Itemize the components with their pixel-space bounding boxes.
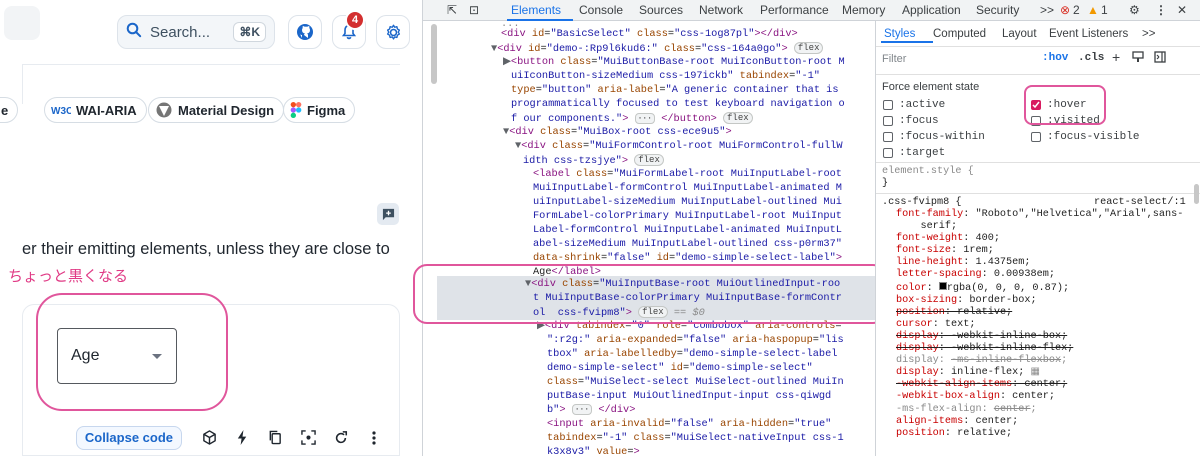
content-border: [22, 64, 23, 104]
copy-icon[interactable]: [266, 429, 284, 447]
tag-label: WAI-ARIA: [76, 102, 137, 118]
annotation-note: ちょっと黒くなる: [8, 268, 129, 285]
css-declarations: font-family: "Roboto","Helvetica","Arial…: [896, 209, 1184, 439]
demo-toolbar: Collapse code: [22, 420, 400, 456]
tag-label: Figma: [307, 102, 346, 118]
checkbox[interactable]: [883, 116, 893, 126]
focus-icon[interactable]: [299, 429, 317, 447]
styles-pane: Styles Computed Layout Event Listeners >…: [875, 21, 1200, 456]
divider: [876, 162, 1200, 163]
styles-scrollbar[interactable]: [1194, 184, 1199, 204]
tag-label: Material Design: [178, 102, 275, 118]
tag-chip-material-design[interactable]: Material Design: [148, 97, 285, 123]
active-pane-indicator: [881, 41, 933, 43]
comment-add-icon: [382, 208, 394, 220]
cls-toggle[interactable]: .cls: [1078, 52, 1104, 64]
settings-icon[interactable]: ⚙: [1129, 3, 1140, 17]
tab-sources[interactable]: Sources: [639, 3, 683, 17]
kebab-menu-icon[interactable]: ⋮: [1155, 3, 1167, 17]
devtools-tab-bar: ⇱ ⊡ Elements Console Sources Network Per…: [423, 0, 1200, 21]
highlight-annotation-hover: [1024, 85, 1106, 125]
tab-security[interactable]: Security: [976, 3, 1019, 17]
checkbox[interactable]: [1031, 132, 1041, 142]
highlight-annotation-dom: [413, 264, 887, 324]
state-active[interactable]: :active: [883, 99, 945, 111]
rule-source-link[interactable]: react-select/:1: [1094, 197, 1186, 208]
tag-chip-wai-aria[interactable]: W3C WAI-ARIA: [44, 97, 147, 123]
svg-text:W3C: W3C: [51, 106, 71, 116]
tag-chip-partial[interactable]: e: [0, 97, 19, 123]
tab-application[interactable]: Application: [902, 3, 961, 17]
content-divider: [22, 64, 400, 65]
lightning-icon[interactable]: [233, 429, 251, 447]
tab-memory[interactable]: Memory: [842, 3, 885, 17]
state-focus[interactable]: :focus: [883, 115, 939, 127]
checkbox[interactable]: [883, 100, 893, 110]
tab-computed[interactable]: Computed: [933, 28, 986, 40]
tab-network[interactable]: Network: [699, 3, 743, 17]
figma-icon: [290, 102, 302, 118]
body-text: er their emitting elements, unless they …: [22, 240, 390, 258]
settings-button[interactable]: [376, 15, 410, 49]
more-panes[interactable]: >>: [1142, 28, 1155, 40]
refresh-icon[interactable]: [332, 429, 350, 447]
tag-label: e: [1, 102, 9, 118]
error-count: 2: [1073, 3, 1080, 17]
state-focus-within[interactable]: :focus-within: [883, 131, 985, 143]
github-button[interactable]: [288, 15, 322, 49]
notification-badge: 4: [345, 10, 365, 30]
w3c-icon: W3C: [51, 104, 71, 116]
styles-filter-input[interactable]: Filter: [882, 53, 1032, 69]
comment-button[interactable]: [377, 203, 399, 225]
tab-performance[interactable]: Performance: [760, 3, 829, 17]
tag-chip-figma[interactable]: Figma: [283, 97, 356, 123]
paint-brush-icon[interactable]: [1132, 51, 1144, 66]
tab-styles[interactable]: Styles: [884, 28, 915, 40]
search-button[interactable]: Search... ⌘K: [117, 15, 275, 49]
github-icon: [297, 24, 313, 40]
menu-button[interactable]: [4, 6, 40, 40]
codesandbox-icon[interactable]: [200, 429, 218, 447]
device-toolbar-icon[interactable]: ⊡: [469, 3, 479, 17]
search-label: Search...: [150, 23, 211, 41]
state-focus-visible[interactable]: :focus-visible: [1031, 131, 1139, 143]
sidebar-toggle-icon[interactable]: [1154, 51, 1166, 66]
dom-tree[interactable]: ··· <div id="BasicSelect" class="css-1og…: [437, 20, 881, 456]
element-style-close: }: [882, 178, 889, 189]
search-shortcut: ⌘K: [233, 22, 266, 42]
material-design-icon: [155, 101, 173, 119]
divider: [876, 46, 1200, 47]
docs-page: Search... ⌘K 4 e W3C WAI-ARIA Material D…: [0, 0, 422, 456]
more-icon[interactable]: [365, 429, 383, 447]
divider: [876, 74, 1200, 75]
highlight-annotation: [36, 293, 228, 411]
element-style-selector: element.style {: [882, 166, 974, 177]
warning-icon[interactable]: ▲: [1087, 3, 1099, 17]
tab-console[interactable]: Console: [579, 3, 623, 17]
warning-count: 1: [1101, 3, 1108, 17]
rule-selector: .css-fvipm8 {: [882, 197, 962, 208]
more-tabs[interactable]: >>: [1040, 3, 1054, 17]
checkbox[interactable]: [883, 148, 893, 158]
hov-toggle[interactable]: :hov: [1042, 52, 1068, 64]
close-icon[interactable]: ✕: [1177, 3, 1187, 17]
tab-layout[interactable]: Layout: [1002, 28, 1037, 40]
tab-elements[interactable]: Elements: [511, 3, 561, 17]
checkbox[interactable]: [883, 132, 893, 142]
devtools-panel: ⇱ ⊡ Elements Console Sources Network Per…: [413, 0, 1200, 456]
inspect-icon[interactable]: ⇱: [447, 3, 457, 17]
divider: [876, 193, 1200, 194]
gear-icon: [386, 24, 400, 40]
search-icon: [126, 22, 142, 43]
state-target[interactable]: :target: [883, 147, 945, 159]
tab-event-listeners[interactable]: Event Listeners: [1049, 28, 1128, 40]
force-state-title: Force element state: [882, 81, 980, 93]
collapse-code-button[interactable]: Collapse code: [75, 425, 182, 450]
error-icon[interactable]: ⊗: [1060, 3, 1070, 17]
add-rule-icon[interactable]: +: [1112, 49, 1120, 65]
